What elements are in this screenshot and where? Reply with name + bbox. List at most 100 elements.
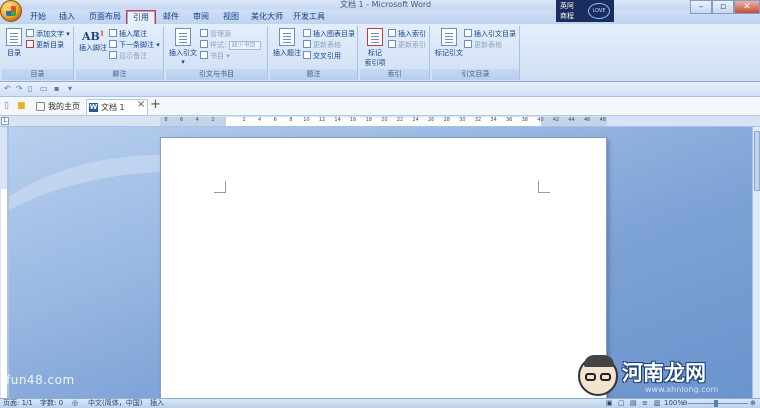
add-text-button[interactable]: 添加文字 ▾ (26, 29, 70, 39)
ruler-tick: 32 (474, 117, 482, 123)
manage-sources-button[interactable]: 管理源 (200, 29, 231, 39)
word-doc-icon: W (89, 103, 98, 112)
group-footnotes-label: 脚注 (76, 69, 163, 80)
vertical-ruler-text-area (1, 189, 7, 398)
insert-toa-button[interactable]: 插入引文目录 (464, 29, 516, 39)
redo-icon[interactable]: ↷ (16, 84, 23, 93)
status-language[interactable]: 中文(简体，中国) (88, 399, 142, 408)
mark-entry-button[interactable]: 标记 索引项 (362, 28, 388, 68)
minimize-button[interactable]: – (690, 0, 712, 14)
spell-check-icon[interactable]: ◎ (72, 399, 78, 408)
tab-beautify-master[interactable]: 美化大师 (250, 11, 284, 24)
style-dropdown[interactable]: 缺少书目 (228, 41, 261, 50)
zoom-slider-knob[interactable] (714, 400, 719, 407)
office-button[interactable] (0, 0, 22, 22)
group-footnotes: AB1 插入脚注 插入尾注 下一条脚注 ▾ 显示备注 ↘ 脚注 (76, 26, 164, 80)
ruler-tick: 44 (568, 117, 575, 123)
tab-selector-icon[interactable]: L (1, 117, 9, 125)
mark-citation-label: 标记引文 (435, 49, 463, 57)
bibliography-icon (200, 51, 208, 59)
scrollbar-thumb[interactable] (754, 131, 760, 191)
close-window-button[interactable]: ✕ (734, 0, 760, 14)
next-footnote-button[interactable]: 下一条脚注 ▾ (109, 40, 160, 50)
insert-table-of-figures-button[interactable]: 插入图表目录 (303, 29, 355, 39)
status-zoom[interactable]: 100% (664, 399, 684, 408)
horizontal-ruler[interactable]: L 8 6 4 2 2 4 6 8 10 12 14 16 18 20 22 24 26 28 30 32 34 36 38… (0, 116, 760, 127)
next-footnote-icon (109, 40, 117, 48)
bibliography-button[interactable]: 书目 ▾ (200, 51, 230, 61)
tab-developer[interactable]: 开发工具 (292, 11, 326, 24)
update-index-icon (388, 40, 396, 48)
doc-tab-home-label: 我的主页 (48, 102, 80, 111)
zoom-out-icon[interactable]: ⊖ (682, 399, 688, 408)
new-document-icon[interactable]: ▯ (4, 101, 9, 111)
update-table-button[interactable]: 更新表格 (303, 40, 341, 50)
open-icon[interactable]: ▭ (40, 84, 48, 93)
watermark-right: 河南龙网 (622, 361, 706, 385)
update-toa-icon (464, 40, 472, 48)
cross-reference-button[interactable]: 交叉引用 (303, 51, 341, 61)
insert-index-button[interactable]: 插入索引 (388, 29, 426, 39)
mark-citation-button[interactable]: 标记引文 (434, 28, 464, 58)
save-icon[interactable]: ▪ (54, 84, 59, 93)
maximize-button[interactable]: ▫ (712, 0, 734, 14)
tab-view[interactable]: 视图 (220, 11, 242, 24)
tab-references[interactable]: 引用 (126, 10, 156, 25)
document-page[interactable] (160, 137, 607, 398)
bibliography-label: 书目 (210, 52, 224, 60)
status-mode[interactable]: 插入 (150, 399, 164, 408)
tab-home[interactable]: 开始 (28, 11, 48, 24)
show-notes-icon (109, 51, 117, 59)
manage-sources-icon (200, 29, 208, 37)
status-page[interactable]: 页面: 1/1 (3, 399, 33, 408)
full-screen-icon[interactable]: ▢ (618, 399, 625, 408)
ruler-tick: 40 (537, 117, 544, 123)
update-toa-button[interactable]: 更新表格 (464, 40, 502, 50)
outline-icon[interactable]: ≡ (642, 399, 648, 408)
status-words[interactable]: 字数: 0 (40, 399, 63, 408)
badge-text-1: 英阿 (560, 2, 574, 10)
update-toc-button[interactable]: 更新目录 (26, 40, 64, 50)
tab-page-layout[interactable]: 页面布局 (86, 11, 124, 24)
margin-mark-right (538, 181, 550, 193)
insert-citation-button[interactable]: 插入引文 ▾ (168, 28, 198, 66)
close-tab-icon[interactable]: × (137, 99, 145, 110)
heart-love-icon: LOVE (588, 3, 610, 19)
insert-endnote-label: 插入尾注 (119, 30, 147, 38)
zoom-in-icon[interactable]: ⊕ (750, 399, 756, 408)
group-captions: 插入题注 插入图表目录 更新表格 交叉引用 题注 (270, 26, 358, 80)
update-toc-icon (26, 40, 34, 48)
ruler-tick: 8 (289, 117, 293, 123)
qat-customize-icon[interactable]: ▾ (68, 84, 72, 93)
insert-footnote-button[interactable]: AB1 插入脚注 (78, 30, 108, 53)
web-layout-icon[interactable]: ▤ (630, 399, 637, 408)
tab-mailings[interactable]: 邮件 (160, 11, 182, 24)
doc-tab-home[interactable]: 我的主页 (34, 99, 82, 115)
insert-caption-button[interactable]: 插入题注 (272, 28, 302, 58)
ruler-tick: 48 (599, 117, 606, 123)
update-toa-label: 更新表格 (474, 41, 502, 49)
group-index-label: 索引 (360, 69, 429, 80)
ribbon-tab-bar: 开始 插入 页面布局 引用 邮件 审阅 视图 美化大师 开发工具 (0, 9, 760, 25)
update-index-button[interactable]: 更新索引 (388, 40, 426, 50)
print-layout-icon[interactable]: ▣ (606, 399, 613, 408)
insert-table-of-figures-label: 插入图表目录 (313, 30, 355, 38)
mascot-icon (578, 355, 618, 396)
undo-icon[interactable]: ↶ (4, 84, 11, 93)
tab-insert[interactable]: 插入 (56, 11, 78, 24)
vertical-scrollbar[interactable] (752, 127, 760, 398)
insert-caption-icon (279, 28, 295, 46)
tab-review[interactable]: 审阅 (190, 11, 212, 24)
draft-icon[interactable]: ▥ (654, 399, 661, 408)
add-text-icon (26, 29, 34, 37)
folder-icon[interactable]: ■ (17, 101, 26, 111)
vertical-ruler[interactable] (0, 127, 8, 398)
ruler-tick: 46 (584, 117, 591, 123)
insert-citation-label: 插入引文 (169, 49, 197, 57)
citation-style-control[interactable]: 样式: 缺少书目 (200, 40, 261, 50)
show-notes-button[interactable]: 显示备注 (109, 51, 147, 61)
insert-endnote-button[interactable]: 插入尾注 (109, 29, 147, 39)
add-tab-icon[interactable]: + (150, 97, 161, 112)
new-doc-icon[interactable]: ▯ (28, 84, 32, 93)
toc-button[interactable]: 目录 (4, 28, 24, 58)
